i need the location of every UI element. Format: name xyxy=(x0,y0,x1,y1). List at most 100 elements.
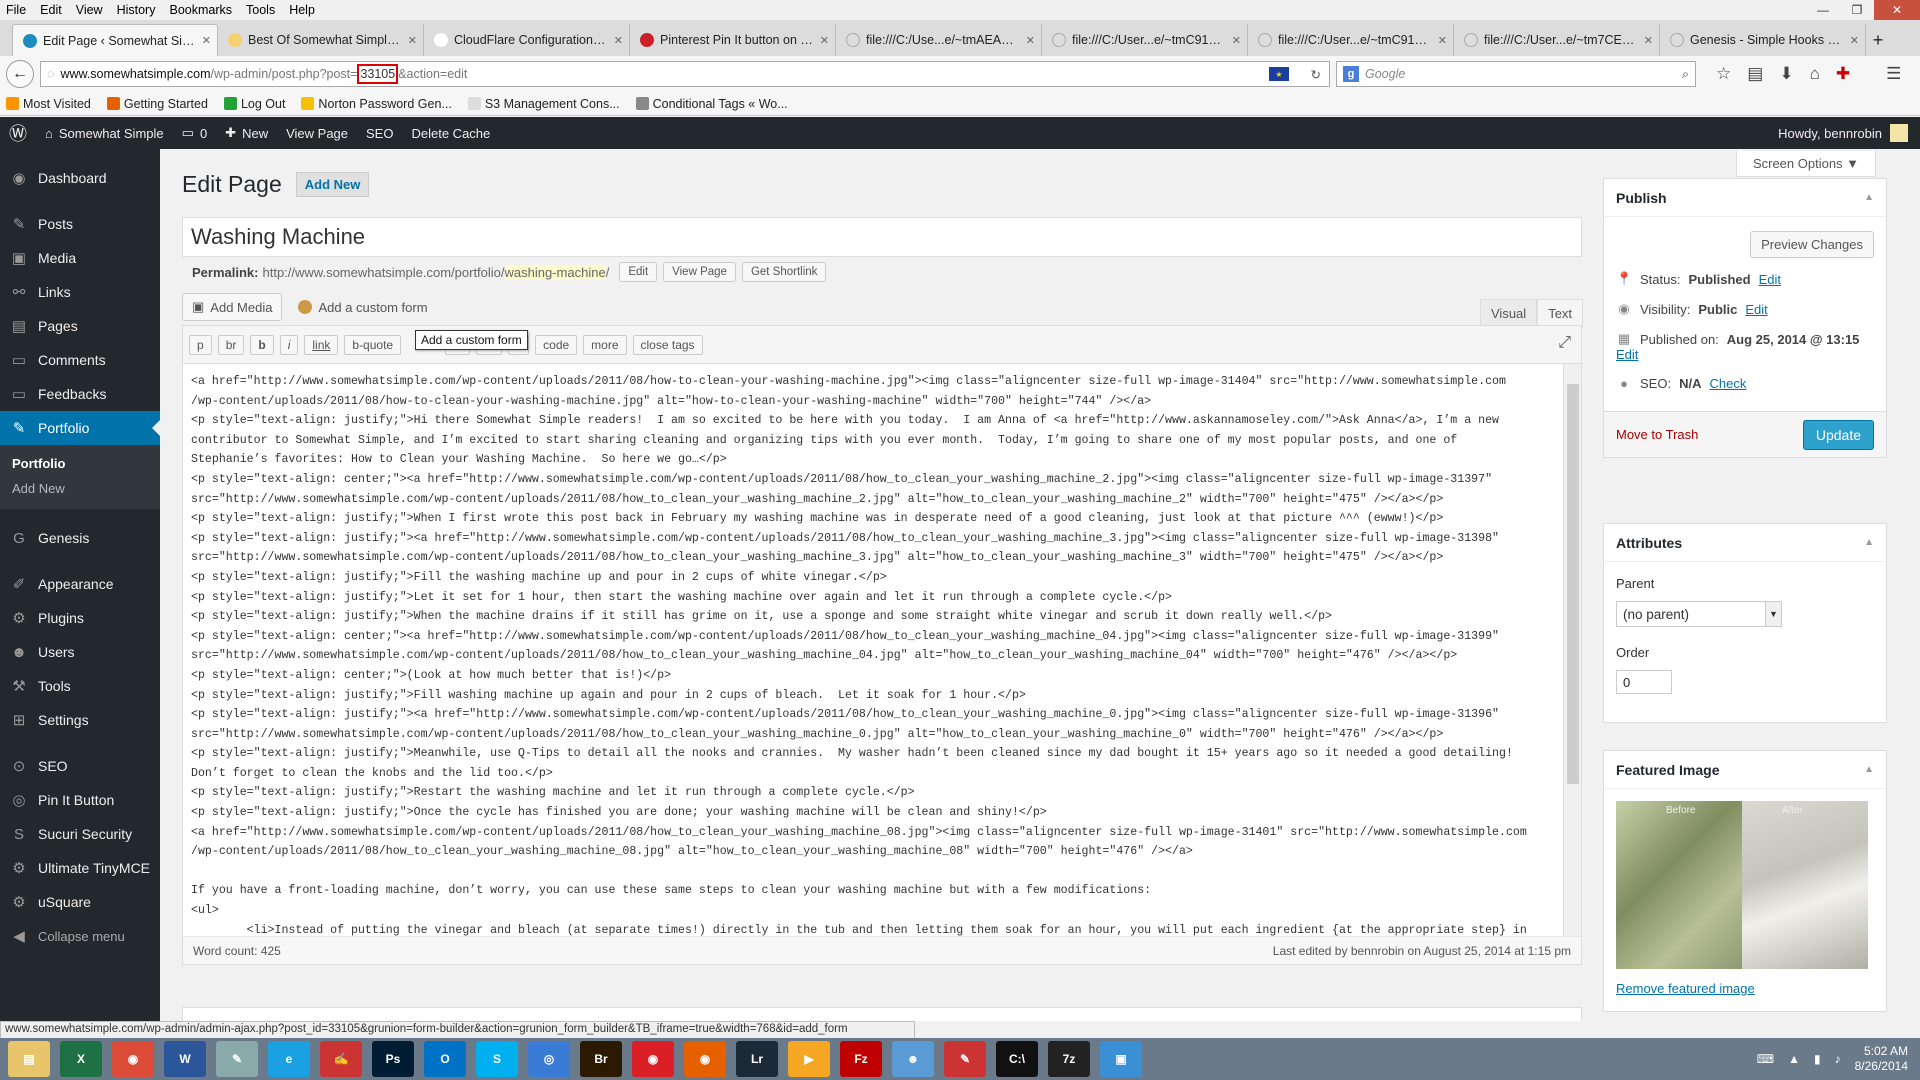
sidebar-item-feedbacks[interactable]: ▭ Feedbacks xyxy=(0,377,160,411)
publish-box-header[interactable]: Publish ▲ xyxy=(1604,179,1886,217)
bookmark-item[interactable]: Getting Started xyxy=(106,97,208,111)
admin-bar-account[interactable]: Howdy, bennrobin xyxy=(1778,124,1908,142)
admin-bar-delete-cache[interactable]: Delete Cache xyxy=(402,117,499,149)
featured-image-header[interactable]: Featured Image ▲ xyxy=(1604,751,1886,789)
browser-tab[interactable]: file:///C:/User...e/~tm7CE2.html ✕ xyxy=(1454,24,1660,56)
taskbar-app-icon[interactable]: Lr xyxy=(736,1041,778,1077)
home-icon[interactable]: ⌂ xyxy=(1810,64,1820,84)
collapse-arrow-icon[interactable]: ▲ xyxy=(1864,537,1874,548)
taskbar-app-icon[interactable]: ◉ xyxy=(112,1041,154,1077)
browser-tab[interactable]: file:///C:/User...e/~tmC917.html ✕ xyxy=(1248,24,1454,56)
edit-permalink-button[interactable]: Edit xyxy=(619,262,658,282)
bookmark-item[interactable]: Conditional Tags « Wo... xyxy=(635,97,788,111)
tab-close-icon[interactable]: ✕ xyxy=(1026,34,1035,47)
sidebar-item-sucuri-security[interactable]: S Sucuri Security xyxy=(0,817,160,851)
sidebar-item-ultimate-tinymce[interactable]: ⚙ Ultimate TinyMCE xyxy=(0,851,160,885)
content-textarea[interactable]: <a href="http://www.somewhatsimple.com/w… xyxy=(183,364,1563,938)
taskbar-app-icon[interactable]: ▤ xyxy=(8,1041,50,1077)
move-to-trash-link[interactable]: Move to Trash xyxy=(1616,427,1698,442)
browser-tab[interactable]: CloudFlare Configuration ‹ So... ✕ xyxy=(424,24,630,56)
tab-close-icon[interactable]: ✕ xyxy=(1438,34,1447,47)
search-input[interactable]: g Google ⌕ xyxy=(1336,61,1696,87)
qtag-b[interactable]: b xyxy=(250,334,274,355)
sidebar-item-pin-it-button[interactable]: ◎ Pin It Button xyxy=(0,783,160,817)
taskbar-app-icon[interactable]: X xyxy=(60,1041,102,1077)
taskbar-app-icon[interactable]: Br xyxy=(580,1041,622,1077)
sidebar-item-comments[interactable]: ▭ Comments xyxy=(0,343,160,377)
taskbar-app-icon[interactable]: ▣ xyxy=(1100,1041,1142,1077)
status-edit-link[interactable]: Edit xyxy=(1759,272,1781,287)
admin-bar-site[interactable]: ⌂ Somewhat Simple xyxy=(36,117,173,149)
admin-bar-seo[interactable]: SEO xyxy=(357,117,402,149)
back-button[interactable]: ← xyxy=(6,60,34,88)
browser-tab[interactable]: file:///C:/User...e/~tmC917.html ✕ xyxy=(1042,24,1248,56)
sidebar-item-plugins[interactable]: ⚙ Plugins xyxy=(0,601,160,635)
restore-button[interactable]: ❐ xyxy=(1840,0,1874,20)
browser-tab[interactable]: Genesis - Simple Hooks ‹ Som... ✕ xyxy=(1660,24,1866,56)
menu-bookmarks[interactable]: Bookmarks xyxy=(169,3,232,17)
menu-tools[interactable]: Tools xyxy=(246,3,275,17)
tab-close-icon[interactable]: ✕ xyxy=(1850,34,1859,47)
admin-bar-new[interactable]: ✚ New xyxy=(216,117,277,149)
collapse-arrow-icon[interactable]: ▲ xyxy=(1864,764,1874,775)
url-bar[interactable]: ◌ www.somewhatsimple.com/wp-admin/post.p… xyxy=(40,61,1330,87)
menu-help[interactable]: Help xyxy=(289,3,315,17)
sidebar-item-links[interactable]: ⚯ Links xyxy=(0,275,160,309)
qtag-close-tags[interactable]: close tags xyxy=(632,334,703,355)
qtag-link[interactable]: link xyxy=(304,334,339,355)
taskbar-app-icon[interactable]: S xyxy=(476,1041,518,1077)
qtag-i[interactable]: i xyxy=(279,334,299,355)
bookmark-item[interactable]: Norton Password Gen... xyxy=(301,97,452,111)
add-new-button[interactable]: Add New xyxy=(295,172,370,197)
order-input[interactable]: 0 xyxy=(1616,670,1672,694)
scrollbar-thumb[interactable] xyxy=(1567,384,1579,784)
taskbar-app-icon[interactable]: ☻ xyxy=(892,1041,934,1077)
menu-view[interactable]: View xyxy=(76,3,103,17)
seo-check-link[interactable]: Check xyxy=(1709,376,1746,391)
sidebar-item-dashboard[interactable]: ◉ Dashboard xyxy=(0,161,160,195)
qtag-code[interactable]: code xyxy=(535,334,578,355)
taskbar-app-icon[interactable]: Fz xyxy=(840,1041,882,1077)
sidebar-item-media[interactable]: ▣ Media xyxy=(0,241,160,275)
tab-visual[interactable]: Visual xyxy=(1480,299,1538,328)
star-icon[interactable]: ☆ xyxy=(1716,64,1731,84)
tray-up-icon[interactable]: ▲ xyxy=(1788,1052,1800,1066)
download-icon[interactable]: ⬇ xyxy=(1779,64,1793,84)
taskbar-app-icon[interactable]: ◎ xyxy=(528,1041,570,1077)
editor-scrollbar[interactable] xyxy=(1563,364,1581,938)
sidebar-item-portfolio[interactable]: ✎ Portfolio xyxy=(0,411,160,445)
menu-icon[interactable]: ☰ xyxy=(1886,64,1901,84)
preview-changes-button[interactable]: Preview Changes xyxy=(1750,231,1874,258)
sidebar-item-settings[interactable]: ⊞ Settings xyxy=(0,703,160,737)
visibility-edit-link[interactable]: Edit xyxy=(1745,302,1767,317)
sidebar-item-users[interactable]: ☻ Users xyxy=(0,635,160,669)
minimize-button[interactable]: — xyxy=(1806,0,1840,20)
search-icon[interactable]: ⌕ xyxy=(1682,67,1689,82)
sidebar-item-tools[interactable]: ⚒ Tools xyxy=(0,669,160,703)
sidebar-item-pages[interactable]: ▤ Pages xyxy=(0,309,160,343)
addon-icon[interactable]: ✚ xyxy=(1836,64,1850,84)
parent-select[interactable]: (no parent) ▼ xyxy=(1616,601,1782,627)
sidebar-item-usquare[interactable]: ⚙ uSquare xyxy=(0,885,160,919)
tab-close-icon[interactable]: ✕ xyxy=(408,34,417,47)
qtag-p[interactable]: p xyxy=(189,334,212,355)
taskbar-app-icon[interactable]: ◉ xyxy=(684,1041,726,1077)
taskbar-app-icon[interactable]: O xyxy=(424,1041,466,1077)
volume-icon[interactable]: ♪ xyxy=(1835,1052,1841,1066)
admin-bar-view-page[interactable]: View Page xyxy=(277,117,357,149)
update-button[interactable]: Update xyxy=(1802,419,1874,450)
taskbar-app-icon[interactable]: ✎ xyxy=(944,1041,986,1077)
taskbar-app-icon[interactable]: ✍ xyxy=(320,1041,362,1077)
sidebar-item-genesis[interactable]: G Genesis xyxy=(0,521,160,555)
taskbar-app-icon[interactable]: 7z xyxy=(1048,1041,1090,1077)
taskbar-app-icon[interactable]: C:\ xyxy=(996,1041,1038,1077)
reload-icon[interactable]: ↻ xyxy=(1311,67,1321,82)
submenu-item-portfolio[interactable]: Portfolio xyxy=(0,451,160,476)
browser-tab[interactable]: Best Of Somewhat Simple ... ✕ xyxy=(218,24,424,56)
sidebar-item-seo[interactable]: ⊙ SEO xyxy=(0,749,160,783)
tab-text[interactable]: Text xyxy=(1537,299,1584,328)
post-title-input[interactable]: Washing Machine xyxy=(182,217,1582,257)
tab-close-icon[interactable]: ✕ xyxy=(1644,34,1653,47)
tab-close-icon[interactable]: ✕ xyxy=(820,34,829,47)
bookmark-item[interactable]: S3 Management Cons... xyxy=(467,97,620,111)
